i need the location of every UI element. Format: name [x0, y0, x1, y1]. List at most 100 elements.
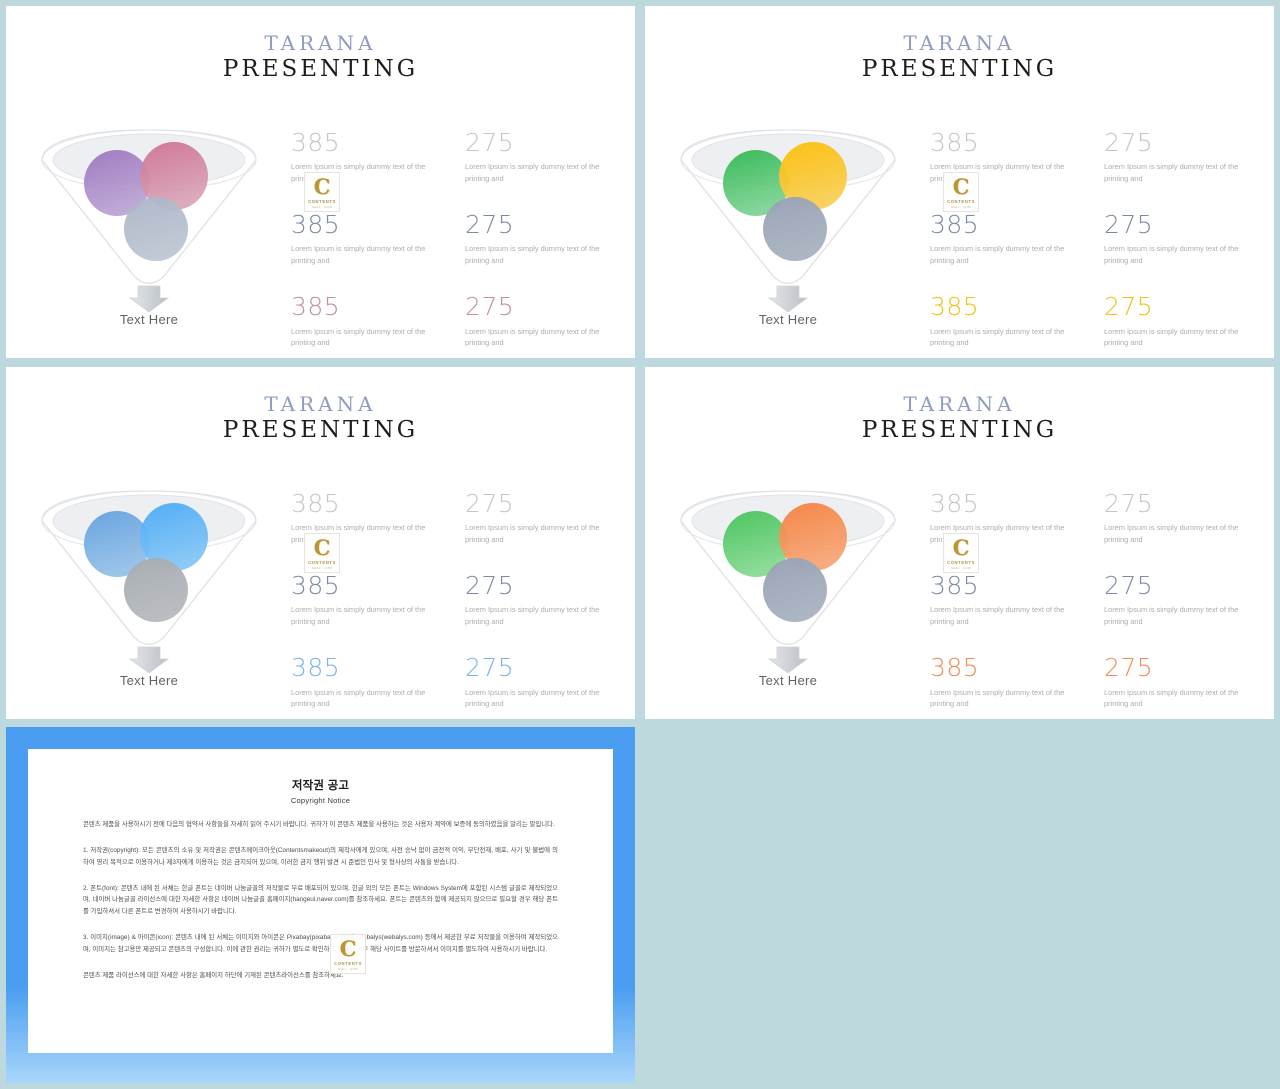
funnel-arrow-icon [128, 285, 170, 312]
stat-item[interactable]: 275 Lorem Ipsum is simply dummy text of … [1104, 571, 1260, 627]
stat-value: 275 [1104, 653, 1154, 683]
watermark-line2: MALL . COM [338, 966, 358, 971]
contents-watermark-logo: C CONTENTS MALL . COM [304, 172, 340, 212]
notice-item-image-icon: 3. 이미지(image) & 아이콘(icon): 콘텐츠 내에 된 서체는 … [83, 934, 558, 953]
slide-bottom-left[interactable]: TARANA PRESENTING Text Here 385 Lorem Ip… [6, 367, 635, 719]
stat-description: Lorem Ipsum is simply dummy text of the … [465, 523, 600, 544]
stat-description: Lorem Ipsum is simply dummy text of the … [291, 244, 426, 265]
stat-item[interactable]: 385 Lorem Ipsum is simply dummy text of … [930, 211, 1086, 266]
funnel-arrow-icon [128, 646, 170, 673]
stat-value: 275 [465, 653, 515, 683]
watermark-line2: MALL . COM [951, 204, 971, 209]
stat-description: Lorem Ipsum is simply dummy text of the … [465, 162, 600, 183]
watermark-line1: CONTENTS [308, 559, 336, 565]
funnel-diagram: Text Here [673, 116, 903, 341]
funnel-label: Text Here [758, 312, 818, 327]
stat-value: 385 [291, 210, 341, 240]
stat-description: Lorem Ipsum is simply dummy text of the … [1104, 162, 1239, 183]
contents-watermark-logo: C CONTENTS MALL . COM [943, 172, 979, 212]
stat-value: 385 [291, 571, 341, 601]
stat-item[interactable]: 275 Lorem Ipsum is simply dummy text of … [465, 294, 621, 348]
stat-item[interactable]: 275 Lorem Ipsum is simply dummy text of … [465, 128, 621, 184]
stat-item[interactable]: 385 Lorem Ipsum is simply dummy text of … [291, 294, 447, 348]
stat-item[interactable]: 385 Lorem Ipsum is simply dummy text of … [291, 210, 447, 266]
stat-item[interactable]: 275 Lorem Ipsum is simply dummy text of … [1104, 128, 1260, 184]
stat-item[interactable]: 275 Lorem Ipsum is simply dummy text of … [465, 655, 621, 709]
brand-subtitle: PRESENTING [861, 56, 1058, 82]
stat-value: 275 [465, 128, 515, 157]
stat-item[interactable]: 275 Lorem Ipsum is simply dummy text of … [1104, 294, 1260, 348]
stats-grid: 385 Lorem Ipsum is simply dummy text of … [930, 489, 1260, 710]
stat-value: 275 [1104, 489, 1154, 518]
stat-item[interactable]: 385 Lorem Ipsum is simply dummy text of … [930, 655, 1086, 709]
funnel-label: Text Here [758, 673, 818, 688]
funnel-svg [680, 490, 896, 673]
brand-subtitle: PRESENTING [222, 56, 419, 82]
stat-description: Lorem Ipsum is simply dummy text of the … [465, 605, 600, 626]
stat-description: Lorem Ipsum is simply dummy text of the … [291, 326, 426, 348]
funnel-label: Text Here [119, 312, 179, 327]
funnel-svg [41, 490, 257, 673]
slide-top-left[interactable]: TARANA PRESENTING Text Here 385 Lorem Ip… [6, 6, 635, 358]
notice-footer-paragraph: 콘텐츠 제품 라이선스에 대한 자세한 사항은 홈페이지 하단에 기재된 콘텐츠… [83, 971, 344, 979]
stat-description: Lorem Ipsum is simply dummy text of the … [1104, 605, 1239, 626]
stat-value: 385 [291, 292, 341, 322]
slide-heading: TARANA PRESENTING [6, 32, 635, 84]
stat-item[interactable]: 275 Lorem Ipsum is simply dummy text of … [465, 489, 621, 545]
stat-value: 385 [930, 128, 980, 157]
stat-item[interactable]: 385 Lorem Ipsum is simply dummy text of … [930, 572, 1086, 627]
stat-description: Lorem Ipsum is simply dummy text of the … [1104, 687, 1239, 709]
brand-title: TARANA [264, 31, 377, 55]
notice-heading-korean: 저작권 공고 [291, 780, 350, 792]
copyright-notice-slide[interactable]: 저작권 공고 Copyright Notice 콘텐츠 제품을 사용하시기 전에… [6, 727, 635, 1083]
funnel-arrow-icon [767, 285, 809, 312]
stat-item[interactable]: 275 Lorem Ipsum is simply dummy text of … [465, 211, 621, 266]
stat-value: 275 [1104, 128, 1154, 157]
stat-item[interactable]: 275 Lorem Ipsum is simply dummy text of … [465, 572, 621, 627]
funnel-svg [41, 129, 257, 312]
stat-item[interactable]: 385 Lorem Ipsum is simply dummy text of … [930, 294, 1086, 348]
funnel-diagram: Text Here [673, 477, 903, 702]
stat-description: Lorem Ipsum is simply dummy text of the … [930, 326, 1065, 348]
stat-value: 385 [930, 489, 980, 518]
funnel-circle-bottom [124, 197, 188, 261]
copyright-notice-page: 저작권 공고 Copyright Notice 콘텐츠 제품을 사용하시기 전에… [28, 749, 613, 1053]
funnel-circle-bottom [763, 558, 827, 622]
slide-top-right[interactable]: TARANA PRESENTING Text Here 385 Lorem Ip… [645, 6, 1274, 358]
stat-value: 385 [930, 653, 980, 683]
stat-value: 275 [465, 292, 515, 322]
funnel-diagram: Text Here [34, 116, 264, 341]
stat-description: Lorem Ipsum is simply dummy text of the … [291, 605, 426, 626]
stat-value: 385 [291, 653, 341, 683]
funnel-diagram: Text Here [34, 477, 264, 702]
stat-item[interactable]: 275 Lorem Ipsum is simply dummy text of … [1104, 489, 1260, 545]
slide-bottom-right[interactable]: TARANA PRESENTING Text Here 385 Lorem Ip… [645, 367, 1274, 719]
brand-subtitle: PRESENTING [222, 417, 419, 443]
brand-title: TARANA [264, 392, 377, 416]
stat-item[interactable]: 385 Lorem Ipsum is simply dummy text of … [291, 571, 447, 627]
funnel-circle-bottom [124, 558, 188, 622]
notice-intro-paragraph: 콘텐츠 제품을 사용하시기 전에 다음의 협약서 사항들을 자세히 읽어 주시기… [83, 821, 555, 828]
funnel-svg [680, 129, 896, 312]
stat-item[interactable]: 275 Lorem Ipsum is simply dummy text of … [1104, 211, 1260, 266]
stat-value: 275 [465, 489, 515, 518]
watermark-letter: C [952, 173, 970, 199]
stat-value: 385 [291, 128, 341, 157]
stat-description: Lorem Ipsum is simply dummy text of the … [465, 326, 600, 348]
stat-value: 385 [291, 489, 341, 518]
stats-grid: 385 Lorem Ipsum is simply dummy text of … [291, 489, 621, 710]
stat-description: Lorem Ipsum is simply dummy text of the … [930, 687, 1065, 709]
stats-grid: 385 Lorem Ipsum is simply dummy text of … [930, 128, 1260, 349]
funnel-circle-bottom [763, 197, 827, 261]
stat-value: 275 [1104, 571, 1154, 601]
watermark-letter: C [339, 935, 357, 961]
stat-description: Lorem Ipsum is simply dummy text of the … [1104, 523, 1239, 544]
watermark-letter: C [313, 173, 331, 199]
stat-item[interactable]: 275 Lorem Ipsum is simply dummy text of … [1104, 655, 1260, 709]
slide-heading: TARANA PRESENTING [645, 32, 1274, 84]
stat-item[interactable]: 385 Lorem Ipsum is simply dummy text of … [291, 655, 447, 709]
notice-item-font: 2. 폰트(font): 콘텐츠 내에 된 서체는 한글 폰트는 네이버 나눔글… [83, 884, 558, 916]
stat-description: Lorem Ipsum is simply dummy text of the … [1104, 244, 1239, 265]
watermark-letter: C [952, 534, 970, 560]
funnel-arrow-icon [767, 646, 809, 673]
